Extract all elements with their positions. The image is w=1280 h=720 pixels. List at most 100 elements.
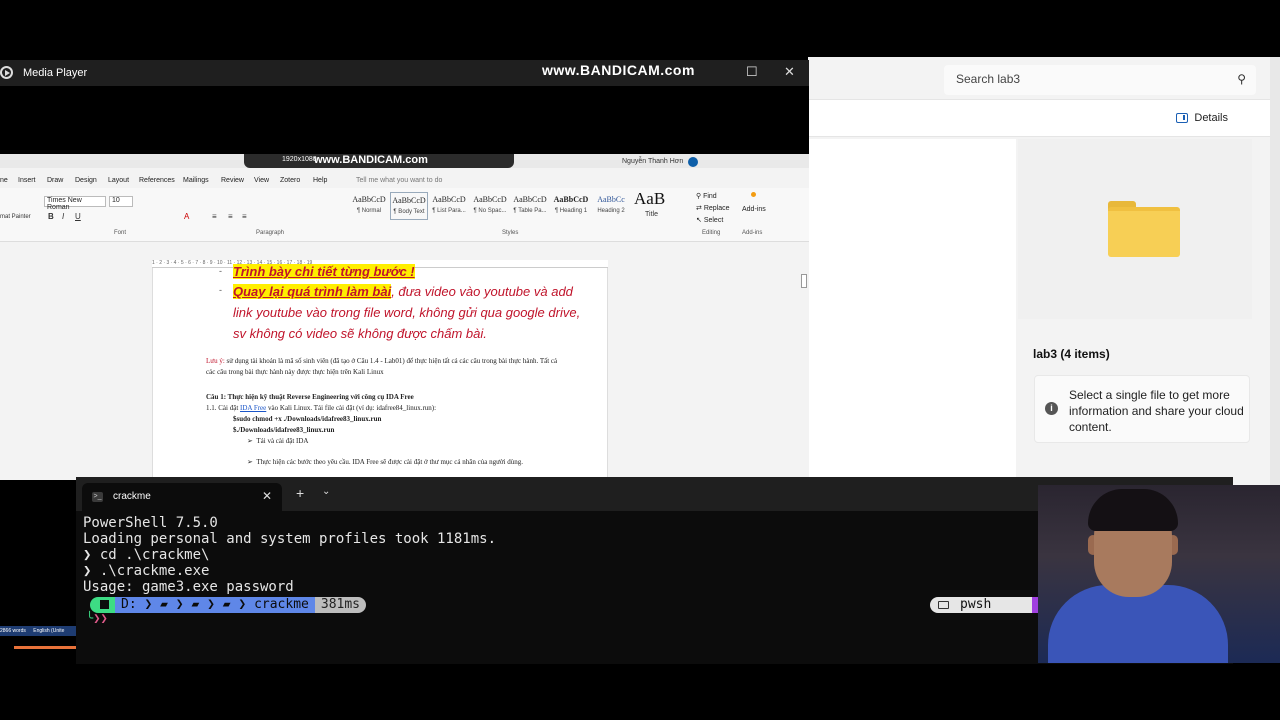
tab-review[interactable]: Review <box>221 177 244 184</box>
align-right-button[interactable]: ≡ <box>242 212 247 221</box>
info-card: i Select a single file to get more infor… <box>1034 375 1250 443</box>
path-segment: D: ❯ ▰ ❯ ▰ ❯ ▰ ❯ crackme <box>115 597 315 613</box>
current-folder: crackme <box>254 597 309 612</box>
font-color-button[interactable]: A <box>184 212 189 221</box>
align-left-button[interactable]: ≡ <box>212 212 217 221</box>
word-user-name: Nguyễn Thanh Hơn <box>622 158 684 165</box>
doc-note: Lưu ý: sử dụng tài khoản là mã số sinh v… <box>206 357 558 376</box>
editing-group-label: Editing <box>702 230 721 236</box>
tab-help[interactable]: Help <box>313 177 327 184</box>
replace-button[interactable]: ⇄ Replace <box>696 204 730 212</box>
remote-toolbar[interactable]: 1920x1080 www.BANDICAM.com <box>244 154 514 168</box>
styles-group-label: Styles <box>502 230 519 236</box>
tab-view[interactable]: View <box>254 177 269 184</box>
bold-button[interactable]: B <box>48 212 54 221</box>
style-no-spacing[interactable]: AaBbCcD ¶ No Spac... <box>471 192 509 220</box>
maximize-icon[interactable]: ☐ <box>746 64 758 80</box>
addins-group-label: Add-ins <box>742 230 763 236</box>
doc-line-3: sv không có video sẽ không được chấm bài… <box>233 326 487 341</box>
style-list-paragraph[interactable]: AaBbCcD ¶ List Para... <box>430 192 468 220</box>
scrollbar-thumb[interactable] <box>801 274 807 288</box>
input-prompt[interactable]: ╰❯❯ <box>86 611 108 625</box>
doc-cmd-1: $sudo chmod +x ./Downloads/idafree83_lin… <box>233 415 382 423</box>
underline-button[interactable]: U <box>75 212 81 221</box>
word-count: 2866 words <box>0 628 26 634</box>
doc-step-2: ➢ Thực hiện các bước theo yêu cầu. IDA F… <box>247 458 524 466</box>
file-explorer-window: Search lab3 ⚲ Details lab3 (4 items) i S… <box>808 57 1280 520</box>
select-button[interactable]: ↖ Select <box>696 216 723 224</box>
drive-label: D: <box>121 597 137 612</box>
bandicam-watermark-inner: www.BANDICAM.com <box>314 154 428 166</box>
info-icon: i <box>1045 402 1058 415</box>
terminal-tab-crackme[interactable]: >_ crackme ✕ <box>82 483 282 511</box>
style-heading-2[interactable]: AaBbCc Heading 2 <box>592 192 630 220</box>
terminal-output[interactable]: PowerShell 7.5.0 Loading personal and sys… <box>83 515 496 595</box>
tab-design[interactable]: Design <box>75 177 97 184</box>
remote-desktop-view: 1920x1080 www.BANDICAM.com Nguyễn Thanh … <box>0 154 809 480</box>
folder-preview <box>1018 139 1252 319</box>
progress-strip <box>14 646 76 649</box>
terminal-line: Loading personal and system profiles too… <box>83 531 497 547</box>
file-list-area[interactable] <box>808 139 1016 520</box>
addins-button[interactable]: Add-ins <box>742 206 766 213</box>
addins-icon <box>751 192 756 197</box>
new-tab-icon[interactable]: + <box>296 485 304 501</box>
window-edge <box>1270 57 1280 520</box>
search-icon[interactable]: ⚲ <box>1237 72 1246 86</box>
user-avatar[interactable] <box>688 157 698 167</box>
font-group-label: Font <box>114 230 127 236</box>
format-painter-button[interactable]: mat Painter <box>0 214 31 220</box>
italic-button[interactable]: I <box>62 212 64 221</box>
tell-me-search[interactable]: Tell me what you want to do <box>356 177 442 184</box>
find-button[interactable]: ⚲ Find <box>696 192 717 200</box>
tab-close-icon[interactable]: ✕ <box>262 489 272 503</box>
style-title-sample[interactable]: AaB <box>634 189 665 209</box>
terminal-line: ❯ cd .\crackme\ <box>83 547 210 563</box>
media-player-titlebar[interactable]: Media Player www.BANDICAM.com ☐ ✕ <box>0 60 809 86</box>
bullet: - <box>219 285 222 295</box>
chevron-down-icon[interactable]: ⌄ <box>322 486 330 497</box>
info-text: Select a single file to get more informa… <box>1069 388 1244 434</box>
font-name-select[interactable]: Times New Roman <box>44 196 106 211</box>
word-ribbon: mat Painter Times New Roman 10 B I U A F… <box>0 188 809 242</box>
terminal-tab-title: crackme <box>113 491 151 502</box>
tab-layout[interactable]: Layout <box>108 177 129 184</box>
webcam-overlay <box>1038 485 1280 663</box>
explorer-toolbar: Details <box>808 99 1270 137</box>
document-page[interactable]: - Trình bày chi tiết từng bước ! - Quay … <box>152 264 608 480</box>
search-placeholder: Search lab3 <box>956 72 1021 86</box>
tab-mailings[interactable]: Mailings <box>183 177 209 184</box>
terminal-line: Usage: game3.exe password <box>83 579 294 595</box>
search-input[interactable]: Search lab3 ⚲ <box>944 65 1256 95</box>
tab-home[interactable]: ne <box>0 177 8 184</box>
doc-step-1: ➢ Tải và cài đặt IDA <box>247 437 309 445</box>
folder-icon: ▰ <box>222 597 231 612</box>
style-normal[interactable]: AaBbCcD ¶ Normal <box>350 192 388 220</box>
tab-zotero[interactable]: Zotero <box>280 177 300 184</box>
style-body-text[interactable]: AaBbCcD ¶ Body Text <box>390 192 428 220</box>
tab-draw[interactable]: Draw <box>47 177 63 184</box>
bullet: - <box>219 266 222 276</box>
folder-icon: ▰ <box>191 597 200 612</box>
prompt-segments: D: ❯ ▰ ❯ ▰ ❯ ▰ ❯ crackme 381ms <box>90 597 367 613</box>
media-player-icon <box>0 66 13 79</box>
tab-insert[interactable]: Insert <box>18 177 36 184</box>
font-size-select[interactable]: 10 <box>109 196 133 207</box>
align-center-button[interactable]: ≡ <box>228 212 233 221</box>
close-icon[interactable]: ✕ <box>784 64 795 80</box>
ida-free-link[interactable]: IDA Free <box>240 404 266 412</box>
doc-line-0: Trình bày chi tiết từng bước ! <box>233 264 415 279</box>
style-heading-1[interactable]: AaBbCcD ¶ Heading 1 <box>552 192 590 220</box>
details-button[interactable]: Details <box>1176 112 1228 124</box>
powershell-icon: >_ <box>92 492 103 502</box>
tab-references[interactable]: References <box>139 177 175 184</box>
shell-name: pwsh <box>960 597 992 612</box>
word-ribbon-tabs: ne Insert Draw Design Layout References … <box>0 174 809 188</box>
terminal-icon <box>938 601 949 609</box>
details-label: Details <box>1194 112 1228 124</box>
resolution-label: 1920x1080 <box>282 156 317 163</box>
style-table-paragraph[interactable]: AaBbCcD ¶ Table Pa... <box>511 192 549 220</box>
person-hair <box>1088 489 1178 531</box>
word-status-bar: 2866 words English (Unite <box>0 626 76 649</box>
details-pane-icon <box>1176 113 1189 123</box>
